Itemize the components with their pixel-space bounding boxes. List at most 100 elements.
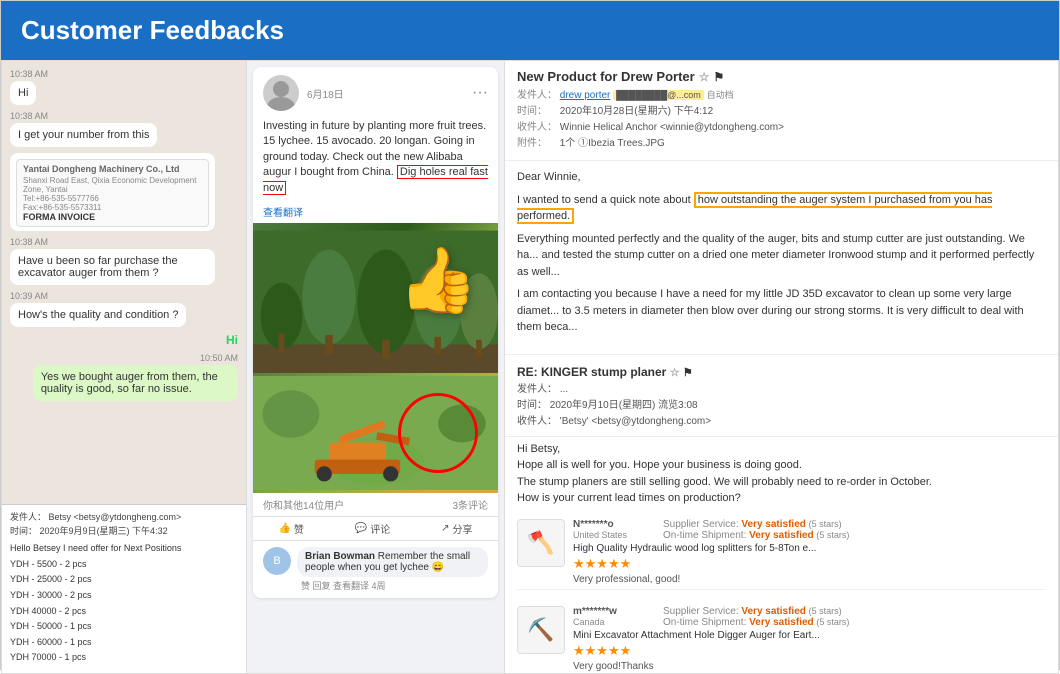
email-2-line1: Hope all is well for you. Hope your busi… [517, 457, 1046, 474]
email-body-line-0: Hello Betsey I need offer for Next Posit… [10, 542, 238, 555]
email-2-date: 时间： 2020年9月10日(星期四) 流览3:08 [517, 398, 1046, 414]
review-product-img-2: ⛏️ [517, 606, 565, 654]
fb-more-icon[interactable]: ··· [472, 84, 488, 102]
email-2-body: Hi Betsy, Hope all is well for you. Hope… [505, 437, 1058, 511]
shipment-stars-text-2: (5 stars) [816, 617, 849, 627]
thumbs-up-icon: 👍 [398, 243, 478, 318]
email-body-para1: Everything mounted perfectly and the qua… [517, 231, 1046, 281]
review-product-img-1: 🪓 [517, 519, 565, 567]
chat-bubble-5: 10:39 AM How's the quality and condition… [10, 291, 238, 327]
email-body-line-1: YDH - 5500 - 2 pcs [10, 558, 238, 571]
fb-post-text: Investing in future by planting more fru… [253, 115, 498, 202]
left-panel: 10:38 AM Hi 10:38 AM I get your number f… [2, 61, 247, 673]
review-user-row-2: m*******w Canada Supplier Service: Very … [573, 606, 1046, 628]
email-divider [505, 354, 1058, 355]
review-info-2: m*******w Canada Supplier Service: Very … [573, 606, 1046, 672]
invoice-company: Yantai Dongheng Machinery Co., Ltd [23, 164, 202, 174]
star-icon-2[interactable]: ☆ [670, 367, 680, 379]
email-2-line2: The stump planers are still selling good… [517, 474, 1046, 491]
bubble-content-sent: Yes we bought auger from them, the quali… [33, 365, 238, 401]
fb-image-bottom [253, 373, 498, 493]
page-title: Customer Feedbacks [21, 15, 284, 46]
like-icon: 👍 [278, 523, 290, 534]
right-panel: New Product for Drew Porter ☆ ⚑ 发件人： dre… [505, 61, 1058, 673]
bubble-time-sent: 10:50 AM [200, 353, 238, 363]
fb-avatar [263, 75, 299, 111]
review-text-1: Very professional, good! [573, 574, 1046, 585]
comment-text: Brian Bowman Remember the small people w… [297, 547, 488, 577]
auto-tag: 自动档 [707, 90, 734, 100]
fb-actions: 👍 赞 💬 评论 ↗ 分享 [253, 517, 498, 541]
review-user-2: m*******w Canada [573, 606, 643, 627]
shipment-stars-text: (5 stars) [816, 530, 849, 540]
email-body-line-7: YDH 70000 - 1 pcs [10, 651, 238, 664]
commenter-avatar: B [263, 547, 291, 575]
review-supplier-row-2: Supplier Service: Very satisfied (5 star… [663, 606, 849, 617]
email-1-body: Dear Winnie, I wanted to send a quick no… [505, 161, 1058, 350]
chat-bubble-4: 10:38 AM Have u been so far purchase the… [10, 237, 238, 285]
review-user-row-1: N*******o United States Supplier Service… [573, 519, 1046, 541]
email-sender-domain: ████████@...com [613, 90, 704, 100]
invoice-bubble: Yantai Dongheng Machinery Co., Ltd Shanx… [10, 153, 215, 231]
email-1-attachment: 附件： 1个 ①Ibezia Trees.JPG [517, 136, 1046, 152]
email-sender-name[interactable]: drew porter [560, 90, 611, 101]
chat-area: 10:38 AM Hi 10:38 AM I get your number f… [2, 61, 246, 504]
review-ratings-1: Supplier Service: Very satisfied (5 star… [663, 519, 849, 541]
email-body-line-2: YDH - 25000 - 2 pcs [10, 573, 238, 586]
email-1-subject: New Product for Drew Porter ☆ ⚑ [517, 69, 1046, 84]
chat-bubble-sent: 10:50 AM Yes we bought auger from them, … [10, 353, 238, 401]
bubble-time-4: 10:38 AM [10, 237, 48, 247]
chat-bubble-invoice: Yantai Dongheng Machinery Co., Ltd Shanx… [10, 153, 238, 231]
email-body-line-4: YDH 40000 - 2 pcs [10, 605, 238, 618]
email-body-para2: I am contacting you because I have a nee… [517, 286, 1046, 336]
fb-comment-button[interactable]: 💬 评论 [355, 521, 390, 536]
review-ratings-2: Supplier Service: Very satisfied (5 star… [663, 606, 849, 628]
chat-bubble-hi: Hi [10, 333, 238, 347]
commenter-name: Brian Bowman [305, 551, 375, 562]
bubble-time-5: 10:39 AM [10, 291, 48, 301]
flag-icon: ⚑ [713, 70, 724, 84]
email-body-line-6: YDH - 60000 - 1 pcs [10, 636, 238, 649]
review-country-2: Canada [573, 617, 643, 627]
star-icon[interactable]: ☆ [699, 70, 710, 84]
email-meta-left: 发件人： Betsy <betsy@ytdongheng.com> 时间： 20… [10, 511, 238, 538]
fb-comment: B Brian Bowman Remember the small people… [253, 541, 498, 598]
invoice-title: FORMA INVOICE [23, 212, 202, 222]
email-2-greeting: Hi Betsy, [517, 441, 1046, 458]
email-1-from: 发件人： drew porter ████████@...com 自动档 [517, 88, 1046, 104]
flag-icon-2: ⚑ [683, 367, 693, 379]
email-greeting: Dear Winnie, [517, 169, 1046, 186]
email-2-meta: 发件人： ... 时间： 2020年9月10日(星期四) 流览3:08 收件人：… [517, 382, 1046, 430]
fb-translate-link[interactable]: 查看翻译 [253, 202, 498, 223]
review-info-1: N*******o United States Supplier Service… [573, 519, 1046, 585]
bubble-time-2: 10:38 AM [10, 111, 48, 121]
email-2-subject: RE: KINGER stump planer ☆ ⚑ [517, 365, 1046, 379]
fb-post-header: 6月18日 ··· [253, 67, 498, 115]
email-date-row: 时间： 2020年9月9日(星期三) 下午4:32 [10, 525, 238, 539]
fb-date: 6月18日 [307, 86, 472, 101]
email-1-to: 收件人： Winnie Helical Anchor <winnie@ytdon… [517, 120, 1046, 136]
email-highlight-para: I wanted to send a quick note about how … [517, 192, 1046, 225]
supplier-stars-text-2: (5 stars) [809, 606, 842, 616]
fb-reactions: 你和其他14位用户 3条评论 [253, 493, 498, 517]
fb-comment-count: 3条评论 [452, 497, 488, 512]
email-thread-1: New Product for Drew Porter ☆ ⚑ 发件人： dre… [505, 61, 1058, 161]
review-stars-1: ★★★★★ [573, 556, 1046, 572]
review-shipment-row: On-time Shipment: Very satisfied (5 star… [663, 530, 849, 541]
review-card-1: 🪓 N*******o United States Supplier Servi… [517, 515, 1046, 590]
comment-content: Brian Bowman Remember the small people w… [297, 547, 488, 592]
invoice-fax: Fax:+86-535-5573311 [23, 203, 202, 212]
mid-panel: 6月18日 ··· Investing in future by plantin… [247, 61, 505, 673]
review-stars-2: ★★★★★ [573, 643, 1046, 659]
invoice-address: Shanxi Road East, Qixia Economic Develop… [23, 176, 202, 194]
bubble-content-2: I get your number from this [10, 123, 157, 147]
email-2-from: 发件人： ... [517, 382, 1046, 398]
fb-like-button[interactable]: 👍 赞 [278, 521, 303, 536]
review-supplier-row: Supplier Service: Very satisfied (5 star… [663, 519, 849, 530]
review-card-2: ⛏️ m*******w Canada Supplier Service: Ve… [517, 602, 1046, 674]
chat-bubble-2: 10:38 AM I get your number from this [10, 111, 238, 147]
reviews-section: 🪓 N*******o United States Supplier Servi… [505, 511, 1058, 674]
fb-share-button[interactable]: ↗ 分享 [441, 521, 472, 536]
excavator-circle [398, 393, 478, 473]
supplier-stars-text: (5 stars) [809, 519, 842, 529]
